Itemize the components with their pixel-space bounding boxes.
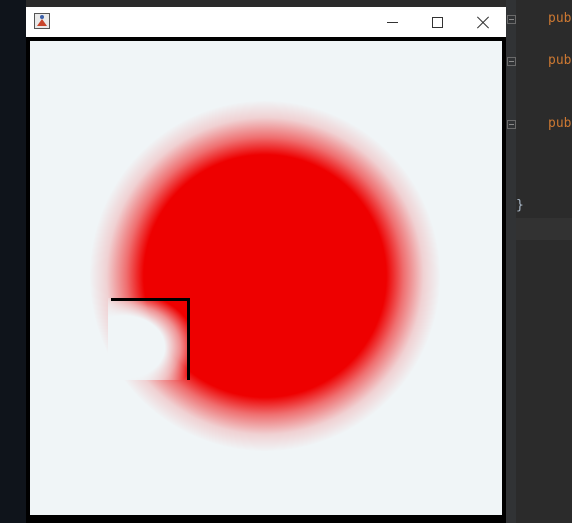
java-app-icon[interactable]	[34, 13, 50, 29]
code-closing-brace: }	[516, 198, 524, 213]
maximize-button[interactable]	[414, 7, 460, 37]
maximize-icon	[431, 16, 443, 28]
desktop-left-strip	[0, 0, 26, 523]
canvas-border	[26, 37, 506, 523]
code-keyword: pub	[548, 53, 572, 68]
fold-marker-icon[interactable]	[507, 120, 516, 129]
fold-marker-icon[interactable]	[507, 15, 516, 24]
close-icon	[477, 16, 489, 28]
wall-vertical	[187, 298, 190, 380]
red-heat-blob	[90, 101, 440, 451]
code-keyword: pub	[548, 11, 572, 26]
wall-horizontal	[111, 298, 190, 301]
drawing-panel[interactable]	[30, 41, 502, 515]
minimize-icon	[386, 21, 398, 23]
ide-editor-background: pub pub pub }	[506, 0, 572, 523]
editor-gutter	[506, 0, 516, 523]
shadow-notch	[108, 298, 188, 380]
app-window	[26, 7, 506, 523]
current-line-highlight	[516, 218, 572, 240]
title-bar[interactable]	[26, 7, 506, 37]
minimize-button[interactable]	[369, 7, 415, 37]
code-keyword: pub	[548, 116, 572, 131]
close-button[interactable]	[460, 7, 506, 37]
fold-marker-icon[interactable]	[507, 57, 516, 66]
